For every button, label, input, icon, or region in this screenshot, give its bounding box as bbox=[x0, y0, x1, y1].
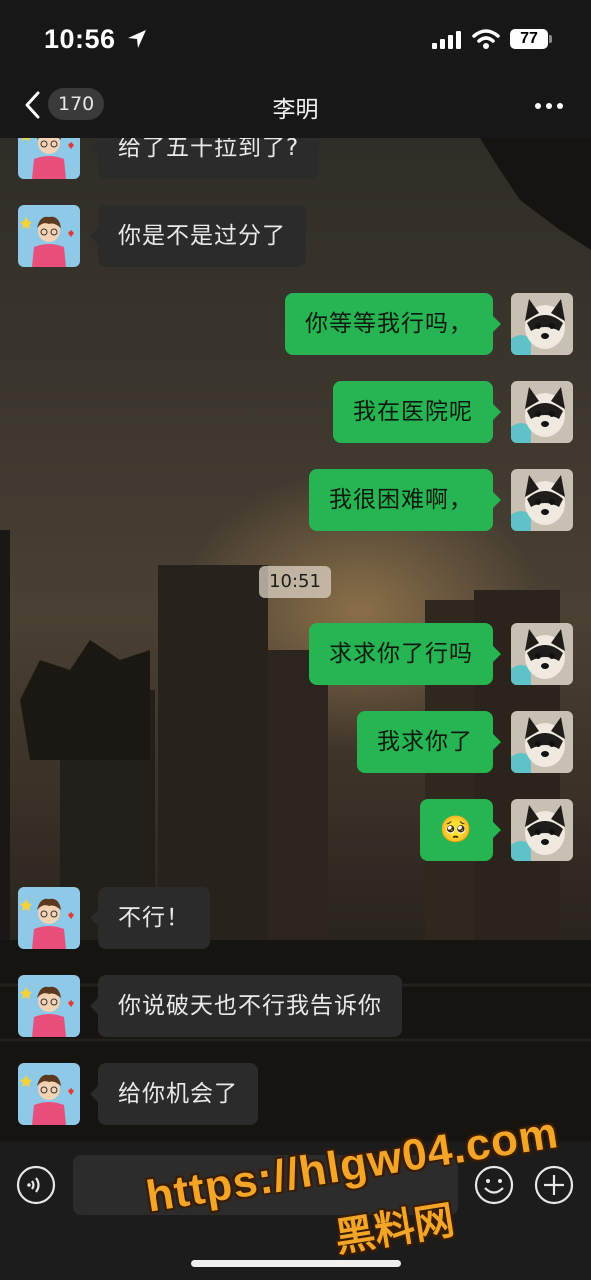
voice-icon[interactable] bbox=[16, 1165, 56, 1205]
message-bubble-incoming[interactable]: 你说破天也不行我告诉你 bbox=[90, 975, 402, 1037]
message-bubble-outgoing[interactable]: 我很困难啊， bbox=[309, 469, 501, 531]
message-bubble-incoming[interactable]: 给了五十拉到了? bbox=[89, 138, 320, 179]
status-time: 10:56 bbox=[44, 24, 116, 54]
self-avatar-icon bbox=[511, 381, 573, 443]
message-list[interactable]: 给了五十拉到了? 你是不是过分了 你等等我行吗， 我在医院呢 我很困难啊， 10… bbox=[0, 138, 591, 1143]
message-bubble-outgoing[interactable]: 求求你了行吗 bbox=[309, 623, 501, 685]
message-timestamp: 10:51 bbox=[259, 566, 331, 598]
signal-icon bbox=[432, 31, 461, 49]
contact-avatar-icon bbox=[18, 975, 80, 1037]
self-avatar[interactable] bbox=[511, 293, 573, 355]
contact-avatar-icon bbox=[18, 1063, 80, 1125]
wifi-icon bbox=[472, 29, 500, 49]
contact-avatar-icon bbox=[18, 138, 80, 179]
contact-avatar-icon bbox=[18, 205, 80, 267]
contact-avatar[interactable] bbox=[18, 138, 80, 179]
message-bubble-incoming[interactable]: 不行！ bbox=[90, 887, 210, 949]
contact-avatar[interactable] bbox=[18, 1063, 80, 1125]
chat-header: 170 李明 bbox=[0, 80, 591, 138]
contact-avatar[interactable] bbox=[18, 205, 80, 267]
contact-avatar[interactable] bbox=[18, 887, 80, 949]
self-avatar-icon bbox=[511, 623, 573, 685]
self-avatar-icon bbox=[511, 293, 573, 355]
self-avatar[interactable] bbox=[511, 469, 573, 531]
self-avatar-icon bbox=[511, 469, 573, 531]
self-avatar-icon bbox=[511, 799, 573, 861]
message-bubble-outgoing-emoji[interactable]: 🥺 bbox=[419, 799, 502, 861]
message-bubble-incoming[interactable]: 给你机会了 bbox=[90, 1063, 258, 1125]
status-bar: 10:56 77 bbox=[0, 0, 591, 80]
self-avatar[interactable] bbox=[511, 799, 573, 861]
battery-tip bbox=[549, 35, 552, 43]
battery-icon: 77 bbox=[510, 29, 548, 49]
message-bubble-outgoing[interactable]: 我在医院呢 bbox=[333, 381, 501, 443]
message-bubble-outgoing[interactable]: 我求你了 bbox=[357, 711, 501, 773]
chat-title: 李明 bbox=[272, 97, 319, 123]
location-arrow-icon bbox=[128, 30, 146, 48]
more-dots-icon[interactable] bbox=[534, 102, 564, 110]
self-avatar[interactable] bbox=[511, 711, 573, 773]
contact-avatar-icon bbox=[18, 887, 80, 949]
self-avatar[interactable] bbox=[511, 623, 573, 685]
watermark-name: 黑料网 bbox=[332, 1198, 458, 1261]
contact-avatar[interactable] bbox=[18, 975, 80, 1037]
message-bubble-incoming[interactable]: 你是不是过分了 bbox=[90, 205, 306, 267]
self-avatar[interactable] bbox=[511, 381, 573, 443]
message-bubble-outgoing[interactable]: 你等等我行吗， bbox=[285, 293, 501, 355]
self-avatar-icon bbox=[511, 711, 573, 773]
home-indicator[interactable] bbox=[191, 1260, 401, 1267]
